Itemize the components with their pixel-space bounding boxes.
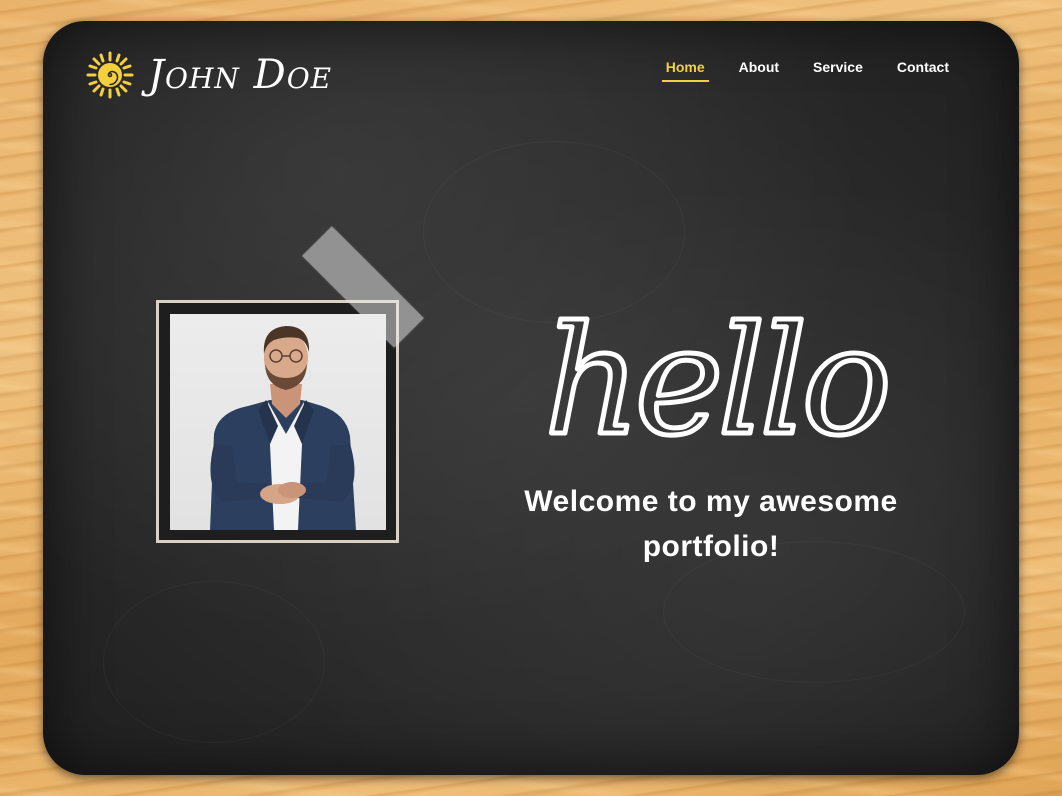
hello-text: hello [544,295,886,458]
person-illustration [210,326,356,530]
welcome-heading: Welcome to my awesome portfolio! [524,485,898,563]
brand-logo[interactable]: John Doe [86,51,332,99]
nav-contact[interactable]: Contact [893,59,953,82]
nav-home[interactable]: Home [661,59,709,82]
brand-name: John Doe [148,52,333,98]
nav-about[interactable]: About [735,59,783,82]
photo-frame [156,300,399,543]
sun-spiral-icon [86,51,134,99]
nav-service[interactable]: Service [809,59,867,82]
hello-handwriting: hello [543,293,888,459]
portrait-photo [170,314,386,530]
chalkboard: John Doe Home About Service Contact hell… [43,21,1019,775]
chalk-smudge [103,581,325,743]
main-nav: Home About Service Contact [661,59,953,82]
